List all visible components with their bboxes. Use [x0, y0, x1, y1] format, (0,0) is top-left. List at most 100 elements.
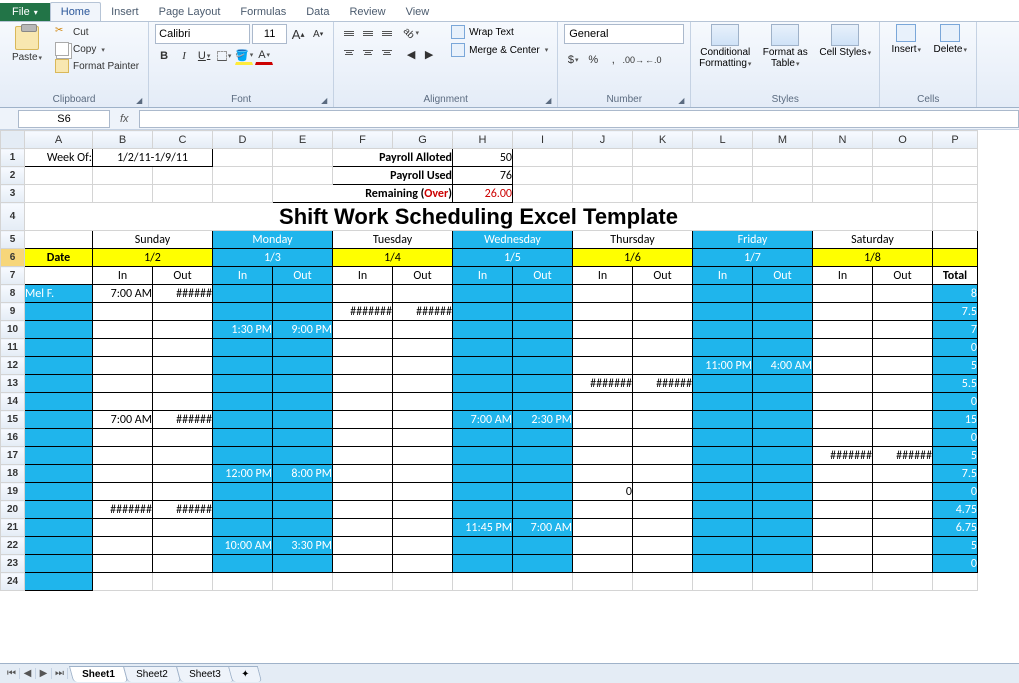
- tab-page-layout[interactable]: Page Layout: [149, 3, 231, 21]
- italic-button[interactable]: I: [175, 47, 193, 65]
- tab-nav-last-icon[interactable]: ⏭: [52, 668, 68, 679]
- paste-button[interactable]: Paste: [6, 24, 48, 63]
- delete-icon: [940, 24, 960, 42]
- increase-decimal-button[interactable]: .00→: [624, 51, 642, 69]
- align-right-button[interactable]: [378, 43, 396, 61]
- format-as-table-button[interactable]: Format as Table: [757, 24, 813, 69]
- table-label: Format as Table: [757, 47, 813, 69]
- name-box[interactable]: [18, 110, 110, 128]
- align-top-button[interactable]: [340, 24, 358, 42]
- percent-button[interactable]: %: [584, 51, 602, 69]
- orientation-icon: ab: [401, 25, 417, 41]
- align-middle-button[interactable]: [359, 24, 377, 42]
- increase-font-button[interactable]: A▴: [289, 25, 307, 43]
- underline-button[interactable]: U: [195, 47, 213, 65]
- merge-center-button[interactable]: Merge & Center: [448, 42, 551, 58]
- copy-button[interactable]: Copy: [52, 41, 142, 57]
- cut-button[interactable]: ✂ Cut: [52, 24, 142, 40]
- conditional-formatting-button[interactable]: Conditional Formatting: [697, 24, 753, 69]
- group-alignment: ab ◀ ▶ Wrap Text Merge & Center Alignmen…: [334, 22, 558, 107]
- comma-button[interactable]: ,: [604, 51, 622, 69]
- scissors-icon: ✂: [55, 25, 69, 39]
- tab-nav-first-icon[interactable]: ⏮: [4, 668, 20, 679]
- font-launcher-icon[interactable]: ◢: [321, 96, 331, 106]
- tab-formulas[interactable]: Formulas: [230, 3, 296, 21]
- group-font: A▴ A▾ B I U 🪣 A Font ◢: [149, 22, 334, 107]
- tab-nav-next-icon[interactable]: ▶: [36, 668, 52, 679]
- sheet-tab-bar: ⏮ ◀ ▶ ⏭ Sheet1 Sheet2 Sheet3 ✦: [0, 663, 1019, 683]
- alignment-launcher-icon[interactable]: ◢: [545, 96, 555, 106]
- group-styles-label: Styles: [697, 93, 873, 105]
- decrease-decimal-button[interactable]: ←.0: [644, 51, 662, 69]
- currency-icon: $: [568, 54, 574, 66]
- orientation-button[interactable]: ab: [402, 24, 420, 42]
- inc-decimal-icon: .00→: [623, 55, 645, 65]
- paste-icon: [15, 26, 39, 50]
- tab-home[interactable]: Home: [50, 2, 101, 21]
- paste-label: Paste: [12, 52, 42, 63]
- decrease-indent-button[interactable]: ◀: [402, 45, 420, 63]
- copy-icon: [55, 42, 69, 56]
- wrap-icon: [451, 25, 465, 39]
- format-painter-button[interactable]: Format Painter: [52, 58, 142, 74]
- new-sheet-tab[interactable]: ✦: [228, 666, 263, 682]
- fill-color-button[interactable]: 🪣: [235, 47, 253, 65]
- number-format-select[interactable]: [564, 24, 684, 44]
- border-button[interactable]: [215, 47, 233, 65]
- tab-data[interactable]: Data: [296, 3, 339, 21]
- ribbon: Paste ✂ Cut Copy Format Painter Clipboard…: [0, 22, 1019, 108]
- increase-indent-button[interactable]: ▶: [420, 45, 438, 63]
- worksheet-scroll[interactable]: ABCDEFGHIJKLMNOP1Week Of:1/2/11-1/9/11Pa…: [0, 130, 1019, 663]
- insert-icon: [896, 24, 916, 42]
- tab-nav-prev-icon[interactable]: ◀: [20, 668, 36, 679]
- formula-input[interactable]: [139, 110, 1019, 128]
- group-font-label: Font: [155, 93, 327, 105]
- insert-cells-button[interactable]: Insert: [886, 24, 926, 55]
- decrease-font-button[interactable]: A▾: [309, 25, 327, 43]
- tab-review[interactable]: Review: [339, 3, 395, 21]
- dec-decimal-icon: ←.0: [645, 55, 662, 65]
- cut-label: Cut: [73, 27, 89, 38]
- number-launcher-icon[interactable]: ◢: [678, 96, 688, 106]
- font-color-button[interactable]: A: [255, 47, 273, 65]
- wrap-text-button[interactable]: Wrap Text: [448, 24, 551, 40]
- format-painter-label: Format Painter: [73, 61, 139, 72]
- delete-label: Delete: [934, 44, 967, 55]
- align-center-button[interactable]: [359, 43, 377, 61]
- worksheet-area: ABCDEFGHIJKLMNOP1Week Of:1/2/11-1/9/11Pa…: [0, 130, 1019, 663]
- file-tab[interactable]: File: [0, 3, 50, 21]
- new-sheet-icon: ✦: [241, 669, 249, 680]
- bucket-icon: 🪣: [235, 49, 249, 62]
- tab-insert[interactable]: Insert: [101, 3, 149, 21]
- merge-label: Merge & Center: [469, 45, 540, 56]
- clipboard-launcher-icon[interactable]: ◢: [136, 96, 146, 106]
- cell-styles-button[interactable]: Cell Styles: [817, 24, 873, 58]
- formula-bar: fx: [0, 108, 1019, 130]
- align-left-button[interactable]: [340, 43, 358, 61]
- sheet-tab-1[interactable]: Sheet1: [69, 666, 128, 682]
- accounting-format-button[interactable]: $: [564, 51, 582, 69]
- delete-cells-button[interactable]: Delete: [930, 24, 970, 55]
- merge-icon: [451, 43, 465, 57]
- comma-icon: ,: [612, 54, 615, 66]
- sheet-tab-2[interactable]: Sheet2: [123, 666, 181, 682]
- cell-styles-icon: [831, 24, 859, 46]
- tab-view[interactable]: View: [396, 3, 440, 21]
- fx-icon[interactable]: fx: [114, 113, 135, 125]
- align-bottom-button[interactable]: [378, 24, 396, 42]
- wrap-label: Wrap Text: [469, 27, 514, 38]
- copy-label: Copy: [73, 44, 96, 55]
- conditional-label: Conditional Formatting: [697, 47, 753, 69]
- group-clipboard-label: Clipboard: [6, 93, 142, 105]
- sheet-tab-3[interactable]: Sheet3: [175, 666, 233, 682]
- bold-button[interactable]: B: [155, 47, 173, 65]
- group-number-label: Number: [564, 93, 684, 105]
- percent-icon: %: [588, 54, 598, 66]
- ribbon-tab-bar: File Home Insert Page Layout Formulas Da…: [0, 0, 1019, 22]
- insert-label: Insert: [891, 44, 921, 55]
- worksheet-grid[interactable]: ABCDEFGHIJKLMNOP1Week Of:1/2/11-1/9/11Pa…: [0, 130, 978, 591]
- group-clipboard: Paste ✂ Cut Copy Format Painter Clipboard…: [0, 22, 149, 107]
- font-size-select[interactable]: [252, 24, 287, 44]
- group-cells: Insert Delete Cells: [880, 22, 977, 107]
- font-name-select[interactable]: [155, 24, 250, 44]
